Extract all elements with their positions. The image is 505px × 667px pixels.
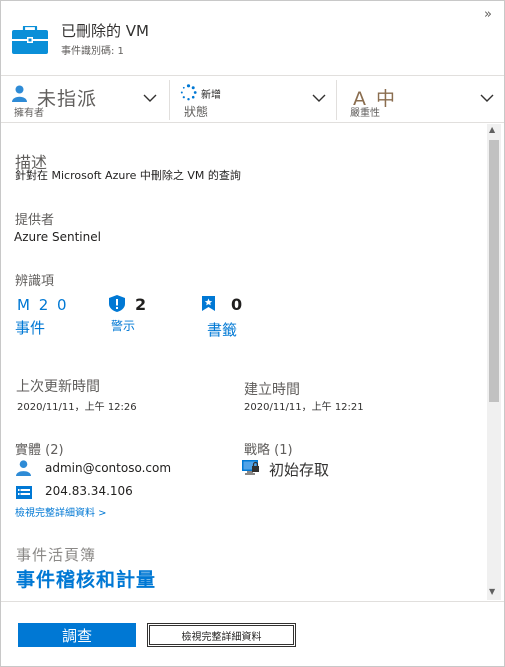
events-link[interactable]: 事件: [15, 317, 45, 338]
last-update-value: 2020/11/11，上午 12:26: [17, 402, 137, 413]
severity-label: 嚴重性: [350, 108, 380, 119]
alerts-link[interactable]: 警示: [111, 317, 135, 334]
scroll-up-arrow-icon[interactable]: ▲: [489, 125, 495, 134]
status-separator: [169, 80, 170, 120]
user-icon: [12, 85, 27, 106]
evidence-label: 辨識項: [15, 274, 55, 289]
status-label: 狀態: [184, 105, 209, 119]
scroll-down-arrow-icon[interactable]: ▼: [489, 587, 495, 596]
workbook-link[interactable]: 事件稽核和計量: [16, 565, 156, 592]
severity-chevron-down-icon[interactable]: [480, 88, 494, 107]
briefcase-icon: [12, 24, 48, 58]
created-value: 2020/11/11，上午 12:21: [244, 402, 364, 413]
ip-address-icon: [16, 484, 32, 503]
entity-ip: 204.83.34.106: [45, 484, 133, 498]
footer-divider: [1, 601, 504, 602]
status-bar-divider: [1, 122, 504, 123]
bookmarks-link[interactable]: 書籤: [207, 319, 237, 340]
events-count[interactable]: M 2 0: [17, 296, 69, 314]
owner-label: 擁有者: [14, 108, 44, 119]
last-update-label: 上次更新時間: [16, 379, 100, 395]
alert-shield-icon: [108, 294, 126, 317]
provider-value: Azure Sentinel: [14, 230, 101, 244]
workbook-label: 事件活頁簿: [16, 546, 97, 564]
view-entity-details-link[interactable]: 檢視完整詳細資料 >: [15, 504, 107, 519]
page-title: 已刪除的 VM: [61, 22, 149, 40]
bookmarks-count: 0: [231, 295, 243, 314]
created-label: 建立時間: [244, 382, 300, 398]
collapse-panel-button[interactable]: »: [484, 7, 492, 22]
bookmark-icon: [201, 295, 216, 316]
owner-chevron-down-icon[interactable]: [143, 88, 157, 107]
status-value: 新增: [201, 90, 221, 101]
severity-separator: [336, 80, 337, 120]
entities-label: 實體 (2): [15, 443, 64, 458]
view-full-details-button[interactable]: 檢視完整詳細資料: [147, 623, 296, 647]
tactics-label: 戰略 (1): [244, 443, 293, 458]
description-text: 針對在 Microsoft Azure 中刪除之 VM 的查詢: [15, 169, 241, 182]
incident-id: 事件識別碼: 1: [61, 46, 124, 57]
scrollbar-thumb[interactable]: [489, 140, 499, 402]
user-icon: [16, 460, 31, 480]
owner-value: 未指派: [37, 88, 98, 110]
provider-label: 提供者: [15, 213, 55, 228]
header-divider: [1, 75, 504, 76]
entity-account: admin@contoso.com: [45, 461, 172, 475]
tactic-initial-access: 初始存取: [269, 461, 330, 479]
investigate-button[interactable]: 調查: [18, 623, 136, 647]
spinner-icon: [180, 84, 197, 105]
initial-access-icon: [242, 460, 260, 479]
alerts-count: 2: [135, 295, 147, 314]
status-chevron-down-icon[interactable]: [312, 88, 326, 107]
